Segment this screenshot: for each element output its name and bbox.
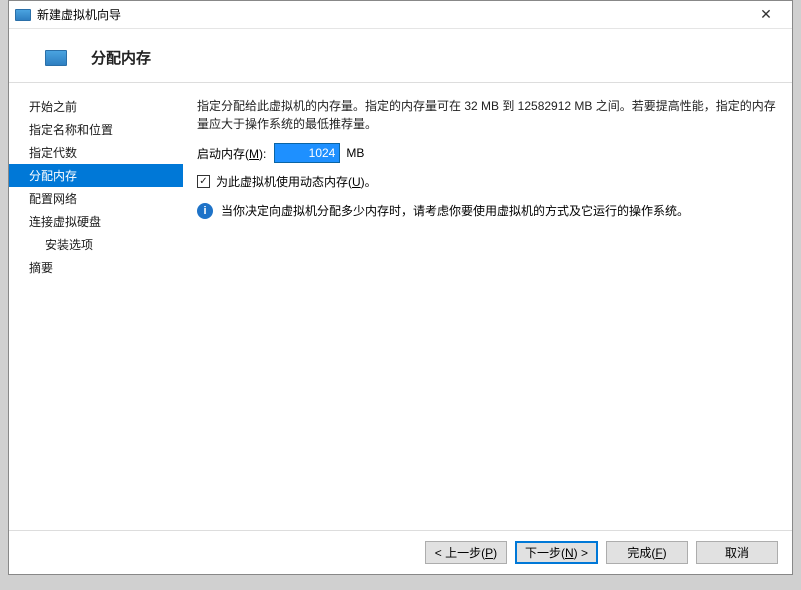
sidebar-item-label: 配置网络 xyxy=(29,192,77,206)
close-icon: ✕ xyxy=(760,6,772,23)
main-panel: 指定分配给此虚拟机的内存量。指定的内存量可在 32 MB 到 12582912 … xyxy=(183,83,792,530)
sidebar-item-assign-memory[interactable]: 分配内存 xyxy=(9,164,183,187)
description-text: 指定分配给此虚拟机的内存量。指定的内存量可在 32 MB 到 12582912 … xyxy=(197,97,776,133)
sidebar-item-label: 分配内存 xyxy=(29,169,77,183)
close-button[interactable]: ✕ xyxy=(746,3,786,27)
finish-button[interactable]: 完成(F) xyxy=(606,541,688,564)
sidebar: 开始之前 指定名称和位置 指定代数 分配内存 配置网络 连接虚拟硬盘 安装选项 … xyxy=(9,83,183,530)
cancel-button[interactable]: 取消 xyxy=(696,541,778,564)
monitor-icon xyxy=(45,50,67,66)
wizard-window: 新建虚拟机向导 ✕ 分配内存 开始之前 指定名称和位置 指定代数 分配内存 配置… xyxy=(8,0,793,575)
dynamic-memory-label: 为此虚拟机使用动态内存(U)。 xyxy=(216,173,377,190)
dynamic-memory-checkbox[interactable]: ✓ xyxy=(197,175,210,188)
sidebar-item-label: 安装选项 xyxy=(45,238,93,252)
window-title: 新建虚拟机向导 xyxy=(37,6,746,23)
check-icon: ✓ xyxy=(199,177,207,187)
sidebar-item-label: 指定代数 xyxy=(29,146,77,160)
next-button[interactable]: 下一步(N) > xyxy=(515,541,598,564)
memory-row: 启动内存(M): MB xyxy=(197,143,776,163)
info-text: 当你决定向虚拟机分配多少内存时，请考虑你要使用虚拟机的方式及它运行的操作系统。 xyxy=(221,202,689,219)
sidebar-item-install-options[interactable]: 安装选项 xyxy=(9,233,183,256)
titlebar: 新建虚拟机向导 ✕ xyxy=(9,1,792,29)
sidebar-item-label: 开始之前 xyxy=(29,100,77,114)
sidebar-item-summary[interactable]: 摘要 xyxy=(9,256,183,279)
wizard-body: 开始之前 指定名称和位置 指定代数 分配内存 配置网络 连接虚拟硬盘 安装选项 … xyxy=(9,83,792,530)
wizard-footer: < 上一步(P) 下一步(N) > 完成(F) 取消 xyxy=(9,530,792,574)
page-title: 分配内存 xyxy=(91,47,151,68)
sidebar-item-label: 指定名称和位置 xyxy=(29,123,113,137)
app-icon xyxy=(15,9,31,21)
dynamic-memory-row: ✓ 为此虚拟机使用动态内存(U)。 xyxy=(197,173,776,190)
sidebar-item-connect-vhd[interactable]: 连接虚拟硬盘 xyxy=(9,210,183,233)
sidebar-item-configure-network[interactable]: 配置网络 xyxy=(9,187,183,210)
sidebar-item-label: 连接虚拟硬盘 xyxy=(29,215,101,229)
sidebar-item-name-location[interactable]: 指定名称和位置 xyxy=(9,118,183,141)
memory-label: 启动内存(M): xyxy=(197,145,266,162)
info-row: i 当你决定向虚拟机分配多少内存时，请考虑你要使用虚拟机的方式及它运行的操作系统… xyxy=(197,202,776,219)
startup-memory-input[interactable] xyxy=(274,143,340,163)
previous-button[interactable]: < 上一步(P) xyxy=(425,541,507,564)
wizard-header: 分配内存 xyxy=(9,29,792,83)
sidebar-item-generation[interactable]: 指定代数 xyxy=(9,141,183,164)
info-icon: i xyxy=(197,203,213,219)
sidebar-item-label: 摘要 xyxy=(29,261,53,275)
sidebar-item-before-begin[interactable]: 开始之前 xyxy=(9,95,183,118)
memory-unit: MB xyxy=(346,146,364,160)
